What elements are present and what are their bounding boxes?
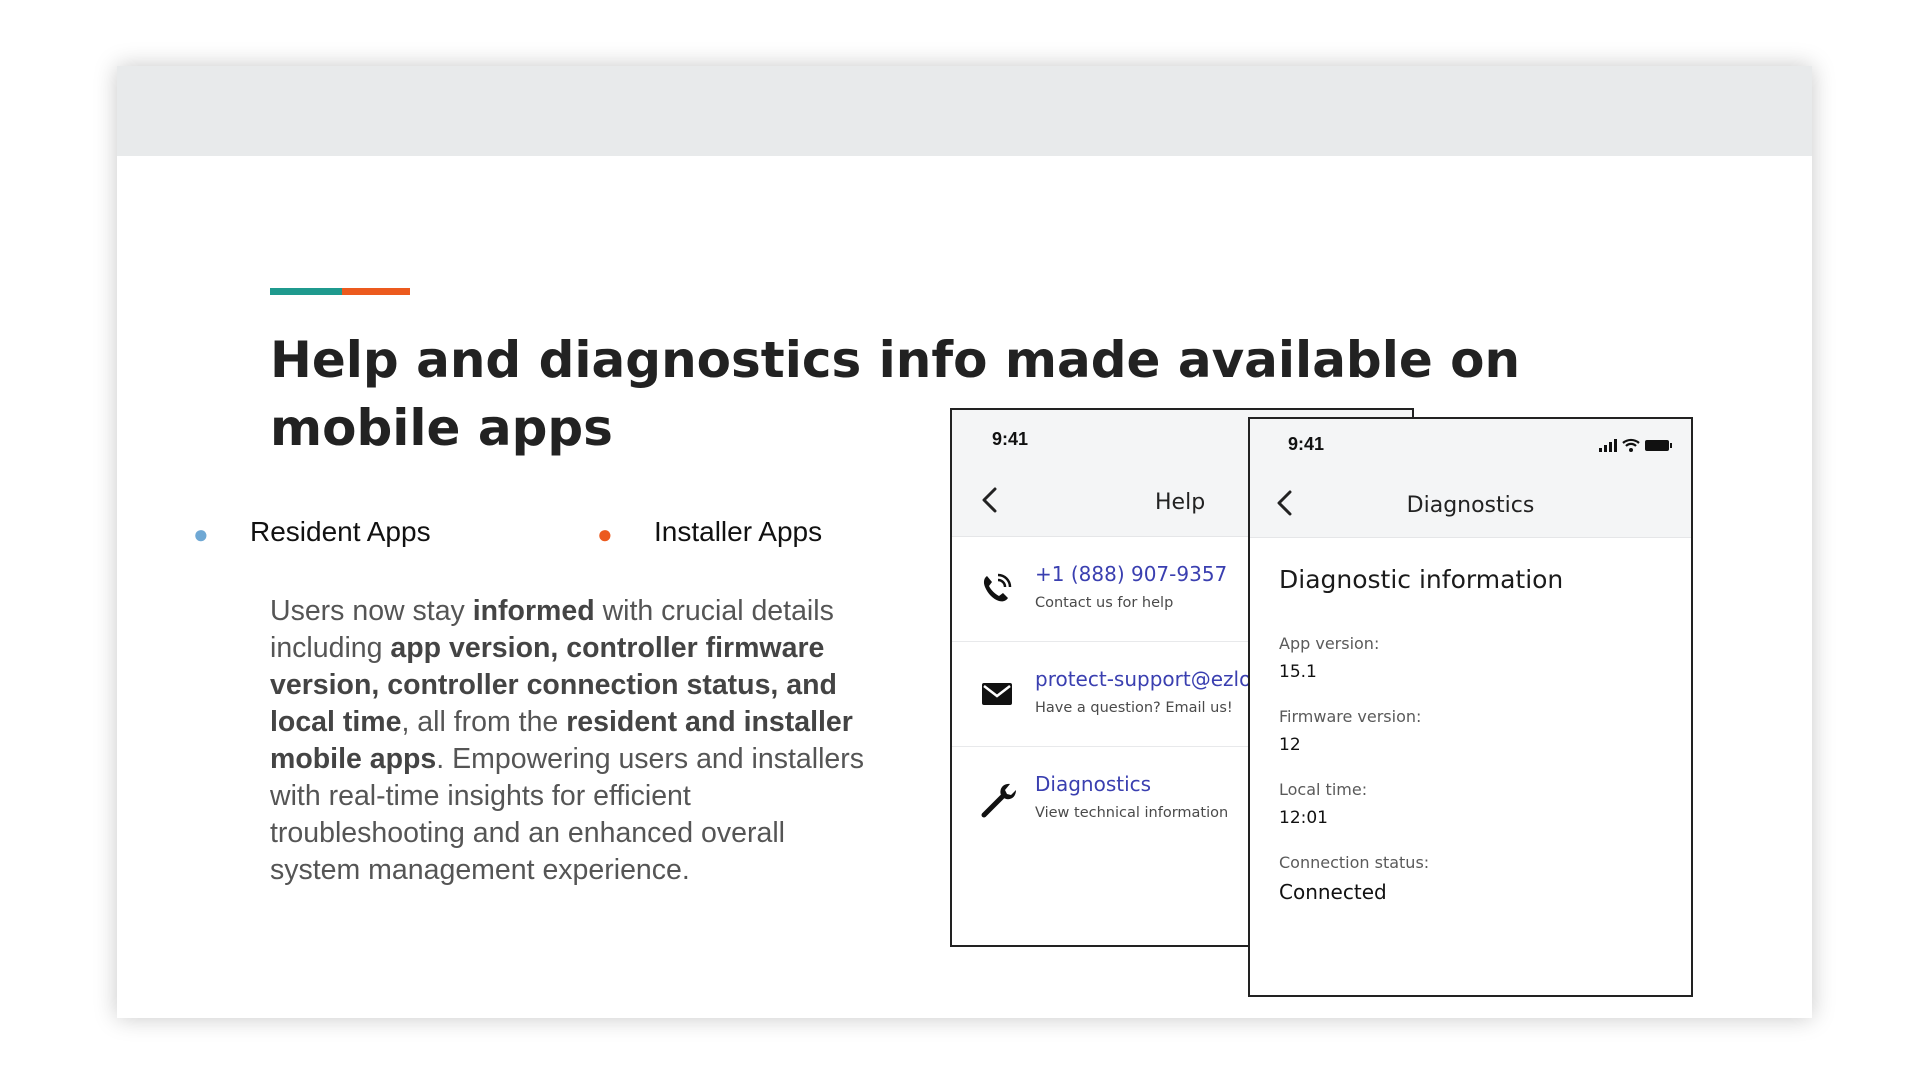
mail-icon (978, 674, 1016, 712)
diagnostic-heading: Diagnostic information (1279, 565, 1564, 594)
bullet-label: Resident Apps (250, 516, 431, 547)
status-time: 9:41 (992, 429, 1029, 449)
phone-icon (978, 569, 1016, 607)
firmware-version-label: Firmware version: (1279, 707, 1422, 726)
accent-line-teal (270, 288, 342, 295)
local-time-label: Local time: (1279, 780, 1368, 799)
bullet-dot-icon: ● (597, 519, 613, 549)
connection-status-label: Connection status: (1279, 853, 1430, 872)
firmware-version-value: 12 (1279, 735, 1301, 755)
help-item-title: Diagnostics (1035, 772, 1152, 796)
slide: Help and diagnostics info made available… (117, 66, 1812, 1018)
screen-title: Diagnostics (1406, 493, 1535, 518)
help-item-title: +1 (888) 907-9357 (1035, 562, 1228, 586)
diagnostics-screen: 9:41 Diagnostics Diagnostic information … (1248, 417, 1693, 997)
body-text-segment: Users now stay (270, 595, 473, 627)
status-time: 9:41 (1288, 434, 1325, 454)
diagnostics-header: 9:41 Diagnostics (1250, 419, 1691, 538)
accent-line-orange (342, 288, 410, 295)
bullet-label: Installer Apps (654, 516, 823, 547)
bullet-dot-icon: ● (193, 519, 209, 549)
body-paragraph: Users now stay informed with crucial det… (270, 593, 870, 889)
local-time-value: 12:01 (1279, 808, 1328, 828)
slide-header-bar (117, 66, 1812, 156)
help-item-subtitle: Contact us for help (1035, 595, 1174, 611)
app-version-value: 15.1 (1279, 662, 1317, 682)
app-version-label: App version: (1279, 634, 1380, 653)
help-item-subtitle: Have a question? Email us! (1035, 700, 1233, 716)
chevron-left-icon[interactable] (980, 486, 1000, 519)
status-bar-icons (1599, 438, 1672, 452)
body-bold-segment: informed (472, 595, 595, 627)
connection-status-value: Connected (1279, 880, 1387, 904)
body-text-segment: , all from the (401, 706, 567, 738)
screen-title: Help (1155, 490, 1206, 515)
wrench-icon (978, 779, 1016, 818)
help-item-subtitle: View technical information (1035, 805, 1229, 821)
status-icons (1599, 437, 1673, 458)
